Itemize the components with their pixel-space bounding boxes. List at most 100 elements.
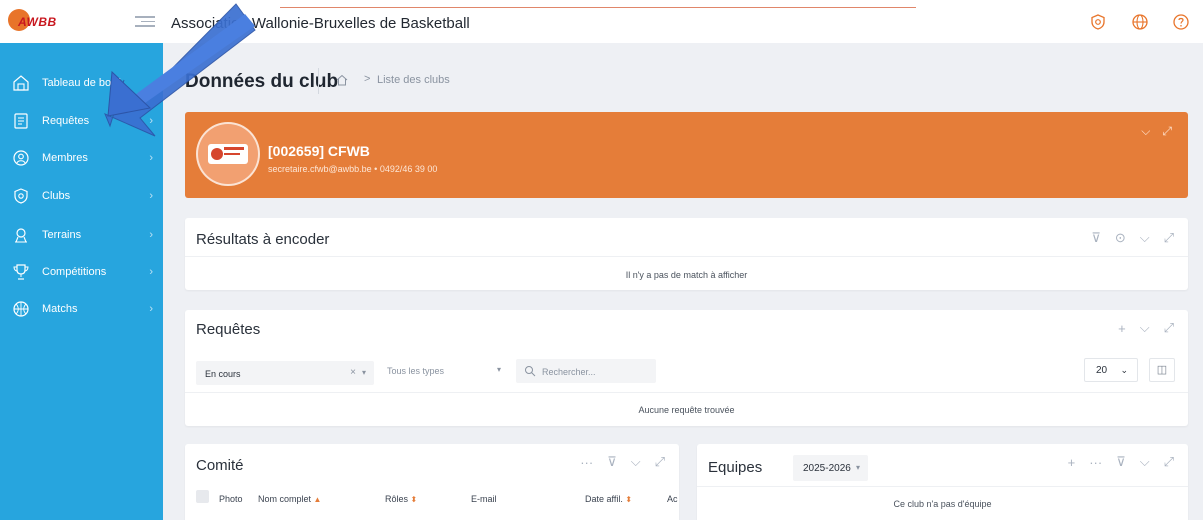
chevron-right-icon: › — [149, 152, 153, 164]
globe-icon[interactable] — [1131, 13, 1149, 31]
menu-toggle-icon[interactable] — [135, 13, 155, 31]
sidebar-item-label: Tableau de bord — [42, 77, 121, 89]
breadcrumb[interactable]: Liste des clubs — [377, 74, 450, 86]
expand-icon[interactable]: ⤢ — [1162, 124, 1172, 139]
teams-empty-message: Ce club n'a pas d'équipe — [893, 499, 992, 509]
column-header-label: Rôles — [385, 494, 409, 504]
card-divider — [697, 486, 1188, 487]
map-pin-icon — [12, 226, 30, 244]
filter-icon[interactable]: ⊽ — [1116, 454, 1126, 470]
collapse-icon[interactable]: ⌵ — [1140, 320, 1150, 336]
club-name: [002659] CFWB — [268, 143, 370, 159]
more-icon[interactable]: ··· — [1089, 455, 1102, 470]
collapse-icon[interactable]: ⌵ — [1141, 124, 1150, 139]
expand-icon[interactable]: ⤢ — [655, 454, 665, 470]
teams-title: Equipes — [708, 459, 763, 476]
column-header-ac[interactable]: Ac — [667, 494, 678, 504]
help-icon[interactable] — [1172, 13, 1190, 31]
chevron-down-icon: ⌄ — [1120, 365, 1128, 375]
requests-card: Requêtes + ⌵ ⤢ En cours × ▾ Tous les typ… — [185, 310, 1188, 426]
sidebar-item-competitions[interactable]: Compétitions › — [0, 257, 163, 287]
breadcrumb-separator: > — [364, 73, 371, 85]
column-header-email[interactable]: E-mail — [471, 494, 497, 504]
club-logo — [196, 122, 260, 186]
more-icon[interactable]: ··· — [580, 455, 593, 470]
sidebar-item-label: Membres — [42, 152, 88, 164]
column-header-roles[interactable]: Rôles ⬍ — [385, 494, 417, 504]
column-header-date[interactable]: Date affil. ⬍ — [585, 494, 632, 504]
requests-title: Requêtes — [196, 321, 261, 338]
help-icon[interactable]: ⊙ — [1115, 230, 1126, 246]
teams-card: Equipes + ··· ⊽ ⌵ ⤢ Ce club n'a pas d'éq… — [697, 444, 1188, 520]
sidebar-item-label: Requêtes — [42, 115, 90, 127]
sidebar-item-tableau-de-bord[interactable]: Tableau de bord — [0, 68, 163, 98]
sidebar-item-clubs[interactable]: Clubs › — [0, 181, 163, 211]
expand-icon[interactable]: ⤢ — [1164, 454, 1174, 470]
add-icon[interactable]: + — [1068, 455, 1076, 470]
header-accent-line — [280, 7, 916, 8]
season-value: 2025-2026 — [803, 463, 851, 474]
sidebar-item-membres[interactable]: Membres › — [0, 143, 163, 173]
sort-icon: ⬍ — [625, 495, 633, 504]
expand-icon[interactable]: ⤢ — [1164, 320, 1174, 336]
sidebar-item-label: Matchs — [42, 303, 78, 315]
search-icon — [525, 366, 536, 377]
search-input[interactable]: Rechercher... — [516, 359, 656, 383]
top-header: AWBB Association Wallonie-Bruxelles de B… — [0, 0, 1203, 43]
chevron-right-icon: › — [149, 303, 153, 315]
chevron-down-icon: ▾ — [855, 463, 860, 472]
title-divider — [318, 68, 319, 94]
status-select-value: En cours — [205, 369, 241, 379]
status-select[interactable]: En cours × ▾ — [196, 361, 374, 385]
results-title: Résultats à encoder — [196, 231, 330, 248]
sidebar-item-label: Compétitions — [42, 266, 107, 278]
filter-icon[interactable]: ⊽ — [1091, 230, 1101, 246]
committee-card: Comité ··· ⊽ ⌵ ⤢ — [185, 444, 679, 520]
sidebar-item-matchs[interactable]: Matchs › — [0, 294, 163, 324]
column-header-name[interactable]: Nom complet ▲ — [258, 494, 321, 504]
collapse-icon[interactable]: ⌵ — [1140, 230, 1150, 246]
search-placeholder: Rechercher... — [542, 367, 596, 377]
club-banner: [002659] CFWB secretaire.cfwb@awbb.be • … — [185, 112, 1188, 198]
clear-icon[interactable]: × — [350, 367, 356, 378]
type-select-placeholder: Tous les types — [387, 366, 445, 376]
committee-title: Comité — [196, 457, 244, 474]
awbb-logo[interactable]: AWBB — [8, 9, 64, 33]
shield-badge-icon[interactable] — [1089, 13, 1107, 31]
sidebar-item-terrains[interactable]: Terrains › — [0, 220, 163, 250]
collapse-icon[interactable]: ⌵ — [631, 454, 641, 470]
select-all-checkbox[interactable] — [196, 490, 209, 503]
column-header-label: Nom complet — [258, 494, 312, 504]
results-card: Résultats à encoder ⊽ ⊙ ⌵ ⤢ Il n'y a pas… — [185, 218, 1188, 290]
expand-icon[interactable]: ⤢ — [1164, 230, 1174, 246]
add-icon[interactable]: + — [1118, 321, 1126, 336]
sidebar-item-requetes[interactable]: Requêtes › — [0, 106, 163, 136]
logo-text: AWBB — [18, 15, 57, 29]
chevron-down-icon: ▾ — [361, 368, 366, 377]
page-size-value: 20 — [1096, 365, 1108, 376]
card-divider — [185, 256, 1188, 257]
members-icon — [12, 149, 30, 167]
chevron-right-icon: › — [149, 229, 153, 241]
type-select[interactable]: Tous les types ▾ — [378, 358, 509, 382]
basketball-icon — [12, 300, 30, 318]
sidebar-item-label: Terrains — [42, 229, 82, 241]
column-header-photo: Photo — [219, 494, 243, 504]
trophy-icon — [12, 263, 30, 281]
column-header-label: Date affil. — [585, 494, 623, 504]
home-icon[interactable] — [335, 73, 349, 87]
sort-asc-icon: ▲ — [313, 495, 322, 504]
season-select[interactable]: 2025-2026 ▾ — [793, 455, 868, 481]
sidebar-item-label: Clubs — [42, 190, 71, 202]
results-empty-message: Il n'y a pas de match à afficher — [625, 270, 748, 280]
filter-icon[interactable]: ⊽ — [607, 454, 617, 470]
page-size-select[interactable]: 20 ⌄ — [1084, 358, 1138, 382]
columns-button[interactable]: ◫ — [1149, 358, 1175, 382]
page-title: Données du club — [185, 71, 339, 92]
clubs-icon — [12, 187, 30, 205]
requests-icon — [12, 112, 30, 130]
chevron-down-icon: ▾ — [496, 365, 501, 374]
collapse-icon[interactable]: ⌵ — [1140, 454, 1150, 470]
sidebar: Tableau de bord Requêtes › Membres › Clu… — [0, 43, 163, 520]
requests-empty-message: Aucune requête trouvée — [638, 405, 735, 415]
